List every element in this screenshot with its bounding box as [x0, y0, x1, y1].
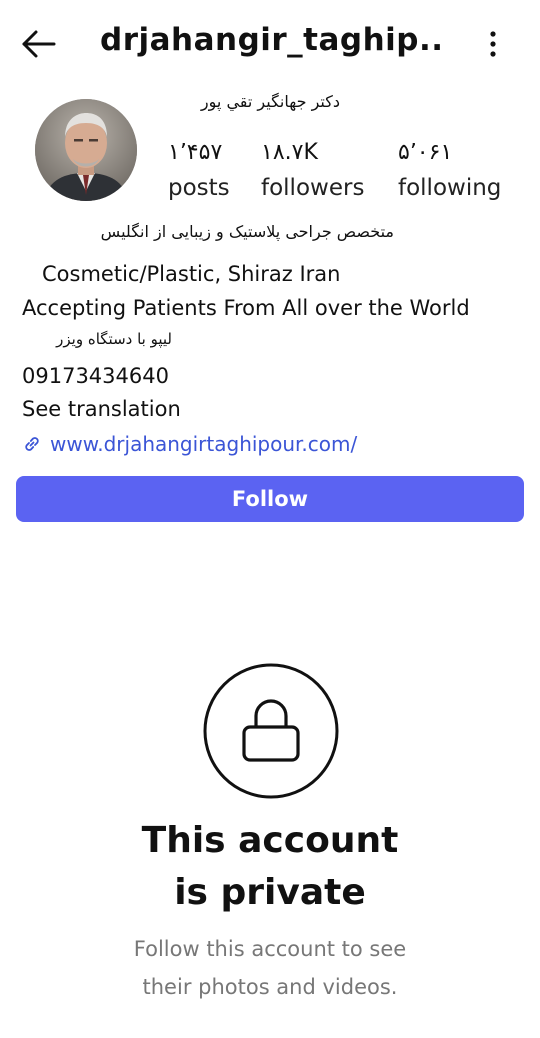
private-subtitle-line-2: their photos and videos. — [142, 975, 398, 999]
follow-button[interactable]: Follow — [16, 476, 524, 522]
private-account-title: This account is private — [70, 815, 470, 919]
following-label: following — [398, 175, 502, 201]
private-lock — [202, 662, 340, 800]
profile-avatar[interactable] — [35, 99, 137, 201]
more-vertical-icon — [490, 31, 496, 57]
see-translation-link[interactable]: See translation — [22, 397, 181, 421]
profile-full-name: دکتر جهانگير تقي پور — [200, 92, 340, 111]
profile-photo — [35, 99, 137, 201]
following-count: ۵٬۰۶۱ — [398, 140, 453, 165]
bio-line-specialty: Cosmetic/Plastic, Shiraz Iran — [42, 262, 341, 286]
website-link[interactable]: www.drjahangirtaghipour.com/ — [22, 430, 357, 458]
private-account-subtitle: Follow this account to see their photos … — [70, 930, 470, 1006]
profile-username: drjahangir_taghip... — [100, 22, 440, 58]
stat-followers[interactable]: ۱۸.۷K followers — [261, 140, 364, 201]
posts-count: ۱٬۴۵۷ — [168, 140, 223, 165]
followers-label: followers — [261, 175, 365, 201]
stat-posts[interactable]: ۱٬۴۵۷ posts — [168, 140, 230, 201]
private-title-line-2: is private — [174, 872, 366, 913]
back-button[interactable] — [20, 26, 60, 62]
more-options-button[interactable] — [480, 26, 506, 62]
bio-phone-number: 09173434640 — [22, 364, 169, 388]
followers-count: ۱۸.۷K — [261, 140, 318, 165]
stat-following[interactable]: ۵٬۰۶۱ following — [398, 140, 501, 201]
top-bar: drjahangir_taghip... — [0, 0, 540, 88]
bio-line-persian-lipo: لیپو با دستگاه ویزر — [56, 330, 172, 348]
posts-label: posts — [168, 175, 230, 201]
bio-line-patients: Accepting Patients From All over the Wor… — [22, 296, 470, 320]
private-title-line-1: This account — [141, 820, 399, 861]
lock-icon — [203, 663, 339, 799]
link-icon — [25, 437, 39, 451]
bio-line-persian-title: متخصص جراحی پلاستیک و زیبایی از انگلیس — [100, 222, 394, 241]
website-url: www.drjahangirtaghipour.com/ — [50, 432, 358, 456]
arrow-left-icon — [22, 30, 56, 58]
private-subtitle-line-1: Follow this account to see — [133, 937, 407, 961]
